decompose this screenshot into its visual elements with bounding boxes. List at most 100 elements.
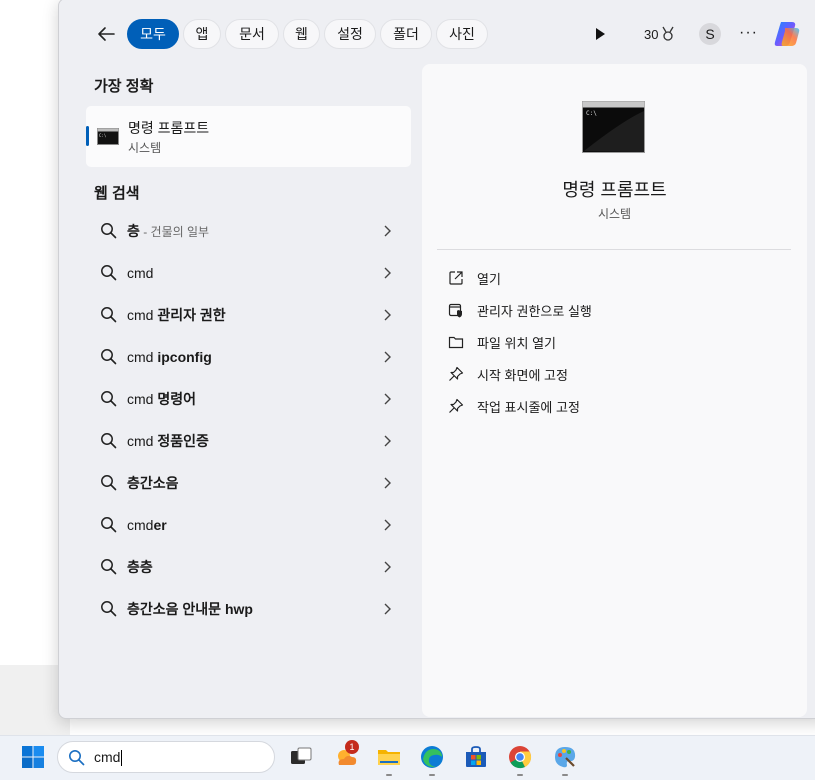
chevron-right-icon (384, 225, 391, 237)
running-indicator (562, 774, 568, 776)
query-bold: er (153, 517, 167, 533)
web-search-item[interactable]: 층간소음 (90, 462, 410, 504)
svg-text:C:\: C:\ (586, 110, 597, 117)
action-pin-to-start[interactable]: 시작 화면에 고정 (448, 364, 568, 384)
action-open[interactable]: 열기 (448, 268, 501, 288)
web-search-item[interactable]: 층간소음 안내문 hwp (90, 588, 410, 630)
command-prompt-icon: C:\ (582, 101, 645, 153)
chevron-right-icon (384, 393, 391, 405)
search-icon (101, 601, 117, 617)
search-icon (101, 475, 117, 491)
chevron-right-icon (384, 477, 391, 489)
search-icon (101, 349, 117, 365)
action-run-as-admin[interactable]: 관리자 권한으로 실행 (448, 300, 592, 320)
chevron-right-icon (384, 561, 391, 573)
back-arrow-icon[interactable] (96, 24, 116, 44)
windows-start-icon[interactable] (20, 744, 46, 770)
tab-all[interactable]: 모두 (127, 19, 179, 49)
search-icon (101, 307, 117, 323)
copilot-icon[interactable] (772, 19, 802, 49)
edge-icon[interactable] (419, 744, 445, 770)
text-caret (121, 750, 123, 767)
web-search-item[interactable]: cmd (90, 252, 410, 294)
tab-photos[interactable]: 사진 (436, 19, 488, 49)
query-bold: 관리자 권한 (157, 307, 226, 323)
web-search-item[interactable]: cmd 명령어 (90, 378, 410, 420)
chevron-right-icon (384, 603, 391, 615)
search-icon (101, 433, 117, 449)
more-options-icon[interactable]: ··· (739, 24, 758, 42)
paint-icon[interactable] (552, 744, 578, 770)
folder-icon (448, 336, 464, 349)
notification-badge: 1 (345, 740, 359, 754)
query-bold: ipconfig (157, 349, 212, 365)
best-match-result[interactable]: C:\ 명령 프롬프트 시스템 (86, 106, 411, 167)
detail-pane (422, 64, 807, 717)
action-label: 파일 위치 열기 (477, 335, 556, 351)
command-prompt-icon: C:\ (97, 128, 119, 145)
medal-icon (662, 26, 675, 41)
query-plain: cmd (127, 391, 158, 407)
action-open-file-location[interactable]: 파일 위치 열기 (448, 332, 556, 352)
web-search-item[interactable]: cmd 정품인증 (90, 420, 410, 462)
web-search-item[interactable]: cmd ipconfig (90, 336, 410, 378)
tab-web[interactable]: 웹 (283, 19, 320, 49)
microsoft-store-icon[interactable] (463, 744, 489, 770)
selection-indicator (86, 126, 89, 146)
running-indicator (386, 774, 392, 776)
query-bold: 층간소음 (127, 475, 179, 491)
query-bold: 층층 (127, 559, 153, 575)
rewards-points[interactable]: 30 (644, 26, 676, 42)
svg-text:C:\: C:\ (99, 133, 107, 138)
taskbar: cmd 1 (0, 735, 815, 780)
tab-documents[interactable]: 문서 (225, 19, 279, 49)
play-icon[interactable] (592, 26, 608, 42)
chevron-right-icon (384, 351, 391, 363)
action-label: 작업 표시줄에 고정 (477, 399, 580, 415)
points-value: 30 (644, 26, 659, 42)
query-bold: 층 (127, 223, 140, 239)
query-note: - 건물의 일부 (139, 225, 210, 239)
action-label: 열기 (477, 271, 501, 287)
chevron-right-icon (384, 267, 391, 279)
running-indicator (429, 774, 435, 776)
query-bold: 명령어 (157, 391, 196, 407)
chevron-right-icon (384, 309, 391, 321)
best-match-name: 명령 프롬프트 (128, 120, 210, 136)
pin-icon (449, 366, 464, 381)
tab-apps[interactable]: 앱 (183, 19, 221, 49)
detail-category: 시스템 (597, 207, 632, 221)
tab-folders[interactable]: 폴더 (380, 19, 432, 49)
task-view-icon[interactable] (288, 744, 314, 770)
best-match-heading: 가장 정확 (94, 78, 154, 95)
web-search-item[interactable]: 층층 (90, 546, 410, 588)
avatar[interactable]: S (699, 23, 721, 45)
detail-title: 명령 프롬프트 (562, 180, 667, 200)
action-label: 시작 화면에 고정 (477, 367, 568, 383)
best-match-category: 시스템 (128, 141, 162, 155)
search-query: cmd (94, 749, 121, 765)
search-icon (101, 265, 117, 281)
tab-settings[interactable]: 설정 (324, 19, 376, 49)
web-search-item[interactable]: cmder (90, 504, 410, 546)
search-icon (101, 223, 117, 239)
action-pin-to-taskbar[interactable]: 작업 표시줄에 고정 (448, 396, 580, 416)
taskbar-search-box[interactable]: cmd (57, 741, 275, 773)
query-bold: 정품인증 (157, 433, 209, 449)
file-explorer-icon[interactable] (376, 744, 402, 770)
chevron-right-icon (384, 519, 391, 531)
web-search-item[interactable]: cmd 관리자 권한 (90, 294, 410, 336)
query-plain: cmd (127, 349, 158, 365)
pin-icon (449, 398, 464, 413)
web-search-item[interactable]: 층 - 건물의 일부 (90, 210, 410, 252)
action-label: 관리자 권한으로 실행 (477, 303, 592, 319)
search-icon (69, 750, 85, 766)
chrome-icon[interactable] (507, 744, 533, 770)
query-bold: 층간소음 안내문 hwp (127, 601, 253, 617)
query-plain: cmd (127, 517, 154, 533)
search-icon (101, 391, 117, 407)
web-search-heading: 웹 검색 (94, 185, 140, 202)
search-icon (101, 517, 117, 533)
query-plain: cmd (127, 433, 158, 449)
open-external-icon (449, 271, 463, 285)
